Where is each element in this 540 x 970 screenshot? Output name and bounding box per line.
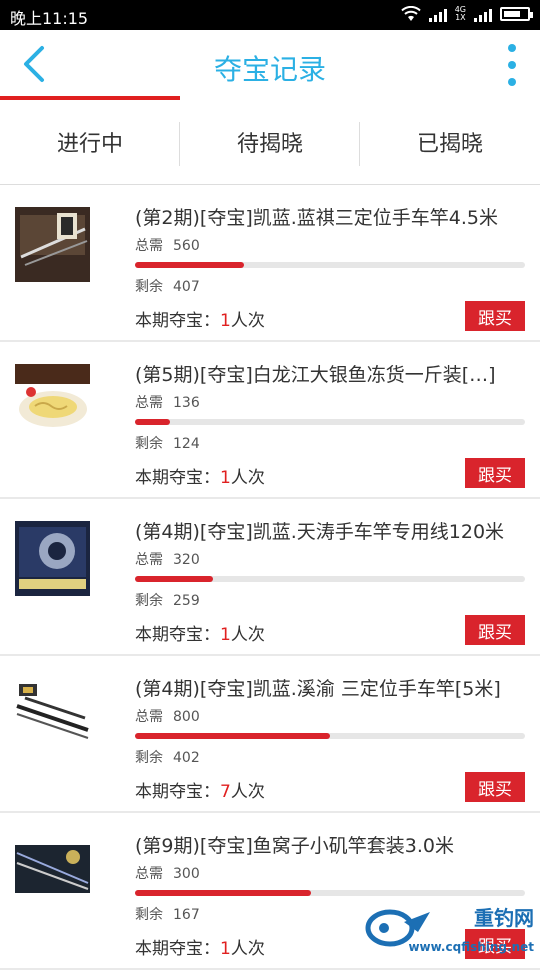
- follow-buy-button[interactable]: 跟买: [465, 772, 525, 802]
- follow-buy-button[interactable]: 跟买: [465, 615, 525, 645]
- progress-bar: [135, 262, 525, 268]
- item-title[interactable]: (第9期)[夺宝]鱼窝子小矶竿套装3.0米: [135, 831, 525, 858]
- signal-icon: [428, 6, 447, 22]
- progress-bar: [135, 890, 525, 896]
- site-watermark: 重钓网 www.cqfishing.net: [364, 898, 534, 956]
- fishing-line-spool-icon[interactable]: [15, 521, 90, 596]
- total-needed: 总需 320: [135, 552, 200, 568]
- tab-revealed[interactable]: 已揭晓: [360, 100, 540, 184]
- watermark-url: www.cqfishing.net: [408, 940, 534, 954]
- page-title: 夺宝记录: [213, 53, 326, 86]
- more-options-icon[interactable]: [504, 44, 520, 86]
- total-needed: 总需 300: [135, 866, 200, 882]
- participation-count: 1: [220, 311, 231, 331]
- watermark-brand: 重钓网: [474, 906, 534, 930]
- tab-in-progress[interactable]: 进行中: [0, 100, 180, 184]
- follow-buy-button[interactable]: 跟买: [465, 458, 525, 488]
- fishing-rod-box-icon[interactable]: [15, 207, 90, 282]
- item-title[interactable]: (第4期)[夺宝]凯蓝.溪渝 三定位手车竿[5米]: [135, 674, 525, 701]
- status-bar: 晚上11:15 4G 1X: [0, 0, 540, 30]
- participation-count: 1: [220, 468, 231, 488]
- item-title[interactable]: (第4期)[夺宝]凯蓝.天涛手车竿专用线120米: [135, 517, 525, 544]
- network-type-label: 4G 1X: [454, 5, 466, 22]
- record-list: (第2期)[夺宝]凯蓝.蓝祺三定位手车竿4.5米 总需 560 剩余 407 本期夺…: [0, 185, 540, 970]
- remaining-value: 402: [173, 750, 200, 766]
- item-title[interactable]: (第2期)[夺宝]凯蓝.蓝祺三定位手车竿4.5米: [135, 203, 525, 230]
- signal-icon-2: [474, 6, 492, 22]
- remaining-value: 167: [173, 907, 200, 923]
- follow-buy-button[interactable]: 跟买: [465, 301, 525, 331]
- remaining: 剩余 124: [135, 436, 200, 452]
- remaining: 剩余 402: [135, 750, 200, 766]
- total-needed: 总需 136: [135, 395, 200, 411]
- progress-fill: [135, 733, 330, 739]
- period-participation: 本期夺宝：1人次: [135, 625, 265, 645]
- total-needed-value: 300: [173, 866, 200, 882]
- progress-fill: [135, 890, 311, 896]
- total-needed: 总需 560: [135, 238, 200, 254]
- list-item[interactable]: (第4期)[夺宝]凯蓝.溪渝 三定位手车竿[5米] 总需 800 剩余 402 本期…: [0, 656, 540, 813]
- total-needed-value: 136: [173, 395, 200, 411]
- participation-count: 1: [220, 625, 231, 645]
- progress-fill: [135, 419, 171, 425]
- status-icons: 4G 1X: [401, 5, 533, 22]
- period-participation: 本期夺宝：1人次: [135, 311, 265, 331]
- remaining-value: 259: [173, 593, 200, 609]
- participation-count: 7: [220, 782, 231, 802]
- list-item[interactable]: (第2期)[夺宝]凯蓝.蓝祺三定位手车竿4.5米 总需 560 剩余 407 本期夺…: [0, 185, 540, 342]
- status-time: 晚上11:15: [10, 9, 89, 28]
- app-header: 夺宝记录: [0, 30, 540, 100]
- remaining: 剩余 167: [135, 907, 200, 923]
- remaining: 剩余 407: [135, 279, 200, 295]
- rod-set-icon[interactable]: [15, 835, 90, 910]
- status-tabs: 进行中 待揭晓 已揭晓: [0, 100, 540, 185]
- period-participation: 本期夺宝：1人次: [135, 939, 265, 959]
- list-item[interactable]: (第4期)[夺宝]凯蓝.天涛手车竿专用线120米 总需 320 剩余 259 本期夺…: [0, 499, 540, 656]
- participation-count: 1: [220, 939, 231, 959]
- total-needed-value: 560: [173, 238, 200, 254]
- remaining: 剩余 259: [135, 593, 200, 609]
- fishing-rod-icon[interactable]: [15, 678, 90, 753]
- progress-fill: [135, 576, 213, 582]
- battery-icon: [500, 7, 533, 21]
- total-needed-value: 800: [173, 709, 200, 725]
- progress-bar: [135, 733, 525, 739]
- period-participation: 本期夺宝：7人次: [135, 782, 265, 802]
- remaining-value: 407: [173, 279, 200, 295]
- progress-fill: [135, 262, 245, 268]
- tab-pending[interactable]: 待揭晓: [180, 100, 360, 184]
- list-item[interactable]: (第5期)[夺宝]白龙江大银鱼冻货一斤装[…] 总需 136 剩余 124 本期夺宝…: [0, 342, 540, 499]
- progress-bar: [135, 419, 525, 425]
- period-participation: 本期夺宝：1人次: [135, 468, 265, 488]
- total-needed-value: 320: [173, 552, 200, 568]
- silverfish-plate-icon[interactable]: [15, 364, 90, 439]
- wifi-icon: [401, 6, 421, 21]
- item-title[interactable]: (第5期)[夺宝]白龙江大银鱼冻货一斤装[…]: [135, 360, 525, 387]
- remaining-value: 124: [173, 436, 200, 452]
- progress-bar: [135, 576, 525, 582]
- total-needed: 总需 800: [135, 709, 200, 725]
